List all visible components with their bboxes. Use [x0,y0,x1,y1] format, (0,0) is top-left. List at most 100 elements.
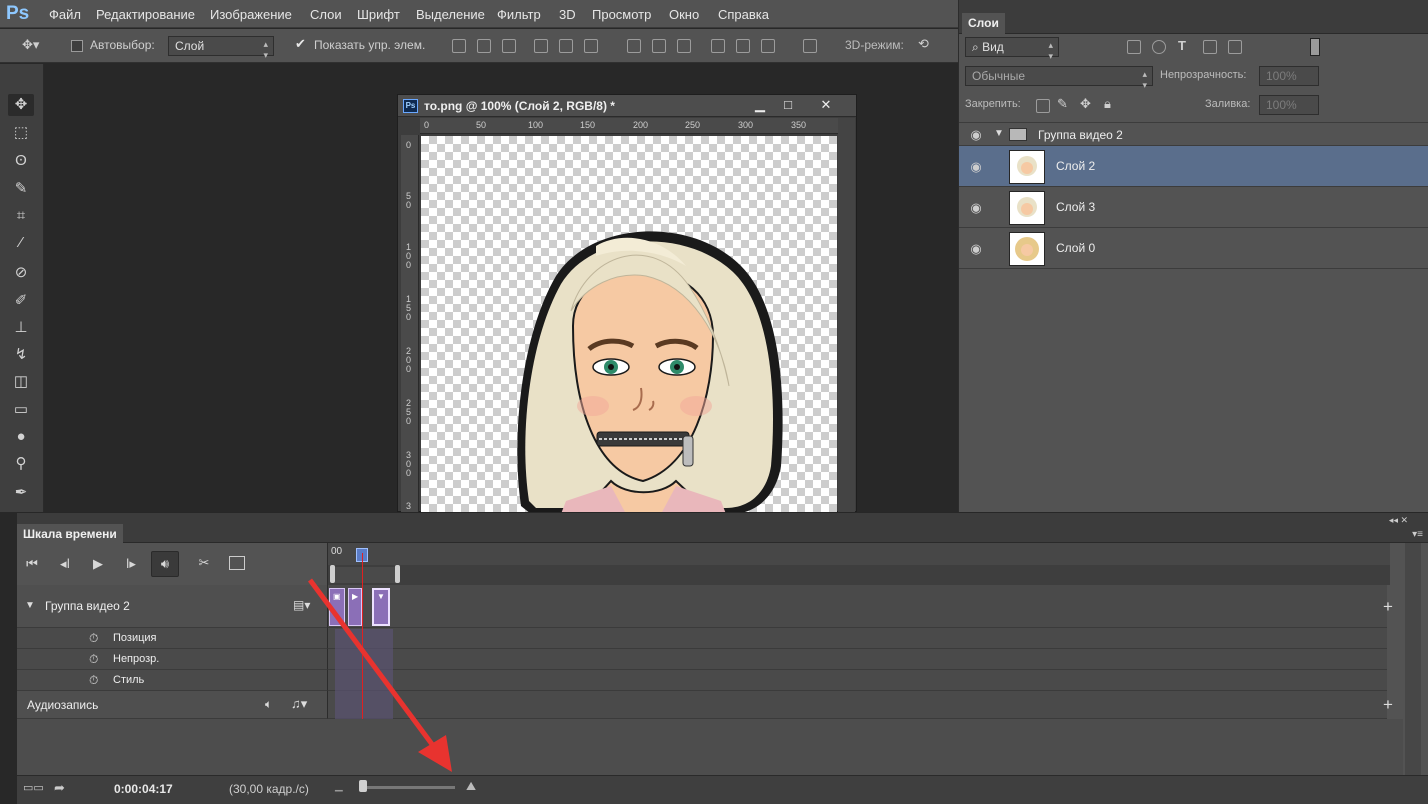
autoselect-checkbox[interactable] [71,40,83,52]
crop-tool-icon[interactable]: ⌗ [8,205,34,227]
healing-brush-tool-icon[interactable]: ⊘ [8,262,34,284]
filter-smart-object-icon[interactable] [1228,40,1242,54]
filter-shape-icon[interactable] [1203,40,1217,54]
next-frame-icon[interactable]: ǀ▸ [122,556,140,572]
property-lane[interactable] [327,670,1387,691]
lock-image-icon[interactable]: ✎ [1057,96,1068,112]
marquee-tool-icon[interactable]: ⬚ [8,122,34,144]
align-top-icon[interactable] [452,39,466,53]
blend-mode-dropdown[interactable]: Обычные ▴ ▾ [965,66,1153,90]
work-area-bar[interactable] [327,565,1390,585]
menu-file[interactable]: Файл [49,7,81,22]
distribute-left-icon[interactable] [711,39,725,53]
brush-tool-icon[interactable]: ✐ [8,290,34,312]
video-clip[interactable]: ▶ [348,588,362,626]
image-canvas[interactable] [421,136,837,514]
go-to-first-frame-icon[interactable]: ⏮ [23,556,41,572]
mute-audio-icon[interactable]: 🔊︎ [151,551,179,577]
align-hcenter-icon[interactable] [559,39,573,53]
3d-orbit-icon[interactable]: ⟲ [918,36,929,52]
maximize-button[interactable]: □ [776,97,800,113]
menu-filter[interactable]: Фильтр [497,7,541,22]
distribute-top-icon[interactable] [627,39,641,53]
eye-icon[interactable]: ◉ [967,146,985,187]
video-group-track[interactable]: ▼ Группа видео 2 ▤▾ [17,585,327,628]
align-right-icon[interactable] [584,39,598,53]
work-area-end-handle[interactable] [395,565,400,583]
track-expand-icon[interactable]: ▼ [25,600,35,611]
add-media-button[interactable]: + [1383,597,1393,617]
align-vcenter-icon[interactable] [477,39,491,53]
menu-image[interactable]: Изображение [210,7,292,22]
stopwatch-icon[interactable]: ⏱ [89,673,98,688]
split-scissors-icon[interactable]: ✂ [193,555,215,571]
work-area-range[interactable] [334,567,398,583]
pen-tool-icon[interactable]: ✒ [8,482,34,504]
previous-frame-icon[interactable]: ◂ǀ [56,556,74,572]
lock-position-icon[interactable]: ✥ [1080,96,1091,112]
filter-type-icon[interactable]: T [1178,38,1186,53]
lock-all-icon[interactable]: 🔒︎ [1104,96,1111,112]
current-timecode[interactable]: 0:00:04:17 [114,782,173,796]
gradient-tool-icon[interactable]: ▭ [8,399,34,421]
auto-align-icon[interactable] [803,39,817,53]
eye-icon[interactable]: ◉ [967,228,985,269]
frame-animation-icon[interactable]: ▭▭ [23,781,44,794]
property-lane[interactable] [327,628,1387,649]
distribute-vcenter-icon[interactable] [652,39,666,53]
timeline-scrollbar[interactable] [1405,543,1421,791]
blur-tool-icon[interactable]: ● [8,426,34,448]
render-video-icon[interactable]: ➦ [54,780,65,796]
eraser-tool-icon[interactable]: ◫ [8,371,34,393]
menu-window[interactable]: Окно [669,7,699,22]
time-ruler[interactable]: 00 [327,543,1390,565]
tab-layers[interactable]: Слои [962,13,1005,34]
layer-row[interactable]: ◉ Слой 2 [959,146,1428,187]
play-icon[interactable]: ▶ [89,556,107,572]
menu-edit[interactable]: Редактирование [96,7,195,22]
speaker-icon[interactable]: 🔈︎ [265,697,272,712]
minimize-button[interactable]: ▁ [748,97,772,113]
lasso-tool-icon[interactable]: ʘ [8,150,34,172]
transition-icon[interactable] [229,556,245,570]
property-track[interactable]: ⏱ Стиль [17,670,327,691]
clone-stamp-tool-icon[interactable]: ⊥ [8,317,34,339]
music-note-icon[interactable]: ♫▾ [291,696,307,712]
close-button[interactable]: ✕ [814,97,838,113]
history-brush-tool-icon[interactable]: ↯ [8,344,34,366]
property-track[interactable]: ⏱ Позиция [17,628,327,649]
stopwatch-icon[interactable]: ⏱ [89,631,98,646]
layer-filter-dropdown[interactable]: ⌕ Вид ▴ ▾ [965,37,1059,61]
filter-toggle-switch[interactable] [1310,38,1320,56]
work-area-start-handle[interactable] [330,565,335,583]
checkmark-icon[interactable]: ✔ [295,36,306,52]
filter-pixel-icon[interactable] [1127,40,1141,54]
quick-selection-tool-icon[interactable]: ✎ [8,178,34,200]
document-scrollbar[interactable] [838,118,855,513]
eyedropper-tool-icon[interactable]: ⁄ [8,232,34,254]
menu-type[interactable]: Шрифт [357,7,400,22]
distribute-hcenter-icon[interactable] [736,39,750,53]
layer-row[interactable]: ◉ Слой 3 [959,187,1428,228]
document-titlebar[interactable]: Ps то.png @ 100% (Слой 2, RGB/8) * ▁ □ ✕ [398,95,856,117]
distribute-bottom-icon[interactable] [677,39,691,53]
fill-field[interactable]: 100% [1259,95,1319,115]
opacity-field[interactable]: 100% [1259,66,1319,86]
move-tool-preset-icon[interactable]: ✥▾ [22,37,39,53]
tab-timeline[interactable]: Шкала времени [17,524,123,543]
menu-select[interactable]: Выделение [416,7,485,22]
audio-track[interactable]: Аудиозапись 🔈︎ ♫▾ [17,691,327,719]
filter-adjustment-icon[interactable] [1152,40,1166,54]
dodge-tool-icon[interactable]: ⚲ [8,453,34,475]
video-clip[interactable]: ▣ [329,588,345,626]
panel-menu-icon[interactable]: ▾≡ [1412,529,1423,540]
video-clip-selected[interactable]: ▼ [372,588,390,626]
menu-3d[interactable]: 3D [559,7,576,22]
zoom-slider-handle[interactable] [359,780,367,792]
stopwatch-icon[interactable]: ⏱ [89,652,98,667]
property-lane[interactable] [327,649,1387,670]
distribute-right-icon[interactable] [761,39,775,53]
collapse-panel-icon[interactable]: ◂◂ ✕ [1389,515,1408,526]
zoom-out-icon[interactable]: ▁ [335,781,343,792]
lock-transparent-icon[interactable] [1036,99,1050,113]
